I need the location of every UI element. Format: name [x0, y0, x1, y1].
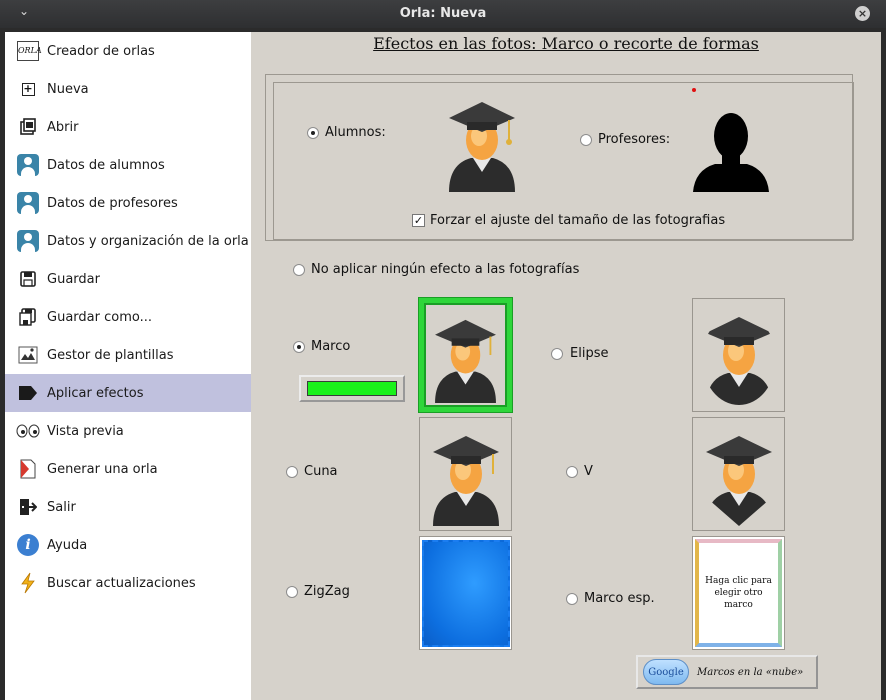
sidebar-item-vista-previa[interactable]: Vista previa [5, 412, 251, 450]
exit-icon [16, 495, 40, 519]
no-effect-label: No aplicar ningún efecto a las fotografí… [311, 262, 580, 277]
marco-esp-label: Marco esp. [584, 591, 655, 606]
special-frame-preview[interactable]: Haga clic para elegir otro marco [692, 536, 785, 650]
v-radio[interactable] [566, 466, 578, 478]
eyes-icon [16, 419, 40, 443]
effects-panel: Efectos en las fotos: Marco o recorte de… [251, 32, 881, 700]
no-effect-radio[interactable] [293, 264, 305, 276]
sidebar-item-label: Buscar actualizaciones [47, 575, 196, 591]
sidebar-item-buscar-actualizaciones[interactable]: Buscar actualizaciones [5, 564, 251, 602]
sidebar-item-label: Generar una orla [47, 461, 158, 477]
orla-logo-icon: ORLA [16, 39, 42, 63]
v-label: V [584, 464, 593, 479]
sidebar: ORLA Creador de orlas + Nueva Abrir Dato… [5, 32, 251, 700]
save-as-icon [16, 305, 40, 329]
sidebar-item-label: Datos y organización de la orla [47, 233, 249, 249]
cuna-preview[interactable] [419, 417, 512, 531]
sidebar-item-guardar[interactable]: Guardar [5, 260, 251, 298]
sidebar-item-label: Ayuda [47, 537, 88, 553]
template-icon [16, 343, 40, 367]
sidebar-item-label: Aplicar efectos [47, 385, 144, 401]
sidebar-item-creador-de-orlas[interactable]: ORLA Creador de orlas [5, 32, 251, 70]
sidebar-item-label: Salir [47, 499, 76, 515]
marco-esp-radio[interactable] [566, 593, 578, 605]
title-bar: ⌄ Orla: Nueva × [0, 0, 886, 28]
sidebar-item-datos-alumnos[interactable]: Datos de alumnos [5, 146, 251, 184]
sidebar-item-label: Abrir [47, 119, 79, 135]
marco-radio[interactable] [293, 341, 305, 353]
sidebar-item-label: Datos de alumnos [47, 157, 165, 173]
special-frame-text: Haga clic para elegir otro marco [695, 539, 782, 647]
profesores-radio[interactable] [580, 134, 592, 146]
sidebar-item-nueva[interactable]: + Nueva [5, 70, 251, 108]
open-folder-icon [16, 115, 40, 139]
sidebar-item-generar-orla[interactable]: Generar una orla [5, 450, 251, 488]
lightning-icon [16, 571, 40, 595]
sidebar-item-gestor-plantillas[interactable]: Gestor de plantillas [5, 336, 251, 374]
alumnos-radio[interactable] [307, 127, 319, 139]
zigzag-preview-image [421, 539, 510, 647]
save-icon [16, 267, 40, 291]
user-icon [16, 229, 40, 253]
sidebar-item-datos-organizacion[interactable]: Datos y organización de la orla [5, 222, 251, 260]
user-icon [16, 153, 40, 177]
sidebar-item-label: Vista previa [47, 423, 124, 439]
window-title: Orla: Nueva [399, 6, 487, 21]
elipse-label: Elipse [570, 346, 609, 361]
sidebar-item-label: Datos de profesores [47, 195, 178, 211]
cuna-radio[interactable] [286, 466, 298, 478]
cloud-icon: Google [643, 659, 689, 685]
zigzag-label: ZigZag [304, 584, 350, 599]
frame-color-swatch [307, 381, 397, 396]
sidebar-item-abrir[interactable]: Abrir [5, 108, 251, 146]
sidebar-item-aplicar-efectos[interactable]: Aplicar efectos [5, 374, 251, 412]
student-avatar [443, 88, 521, 192]
cloud-frames-button[interactable]: Google Marcos en la «nube» [636, 655, 818, 689]
sidebar-item-label: Guardar como... [47, 309, 152, 325]
user-icon [16, 191, 40, 215]
tag-icon [16, 381, 40, 405]
cloud-frames-label: Marcos en la «nube» [697, 666, 804, 678]
cuna-label: Cuna [304, 464, 338, 479]
zigzag-preview[interactable] [419, 536, 512, 650]
sidebar-item-ayuda[interactable]: i Ayuda [5, 526, 251, 564]
alumnos-label: Alumnos: [325, 125, 386, 140]
page-title: Efectos en las fotos: Marco o recorte de… [373, 34, 759, 53]
sidebar-item-guardar-como[interactable]: Guardar como... [5, 298, 251, 336]
frame-color-button[interactable] [299, 375, 405, 402]
elipse-radio[interactable] [551, 348, 563, 360]
indicator-dot [692, 88, 696, 92]
info-icon: i [16, 533, 40, 557]
profesores-label: Profesores: [598, 132, 671, 147]
teacher-silhouette [693, 110, 769, 192]
v-preview[interactable] [692, 417, 785, 531]
sidebar-item-label: Creador de orlas [47, 43, 155, 59]
sidebar-item-label: Nueva [47, 81, 89, 97]
sidebar-item-label: Guardar [47, 271, 100, 287]
marco-preview[interactable] [419, 298, 512, 412]
close-button[interactable]: × [855, 6, 870, 21]
zigzag-radio[interactable] [286, 586, 298, 598]
new-file-icon: + [21, 81, 35, 96]
force-fit-checkbox[interactable]: ✓ [412, 214, 425, 227]
force-fit-label: Forzar el ajuste del tamaño de las fotog… [430, 213, 726, 228]
sidebar-item-datos-profesores[interactable]: Datos de profesores [5, 184, 251, 222]
sidebar-item-label: Gestor de plantillas [47, 347, 174, 363]
marco-label: Marco [311, 339, 351, 354]
elipse-preview[interactable] [692, 298, 785, 412]
sidebar-item-salir[interactable]: Salir [5, 488, 251, 526]
document-icon [16, 457, 40, 481]
